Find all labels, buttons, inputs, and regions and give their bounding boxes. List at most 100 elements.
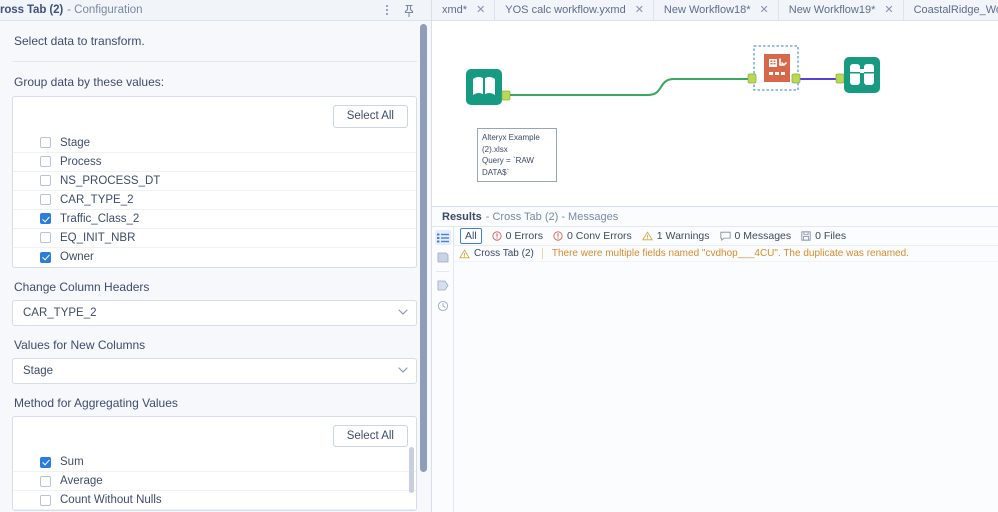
file-save-icon <box>801 231 811 241</box>
group-data-label: Group data by these values: <box>14 75 165 89</box>
aggregation-method-listbox: Select All Sum Average Count Without Nul… <box>12 415 417 512</box>
configuration-panel-body: Select data to transform. Group data by … <box>0 21 431 512</box>
filter-all-button[interactable]: All <box>460 228 482 244</box>
workflow-tab[interactable]: CoastalRidge_Workflow2.yxmd* ✕ <box>904 0 998 20</box>
filter-conv-errors[interactable]: 0 Conv Errors <box>553 230 632 242</box>
tag-icon[interactable] <box>435 278 451 293</box>
kebab-menu-icon[interactable] <box>384 3 390 17</box>
method-label: Count Without Nulls <box>60 494 162 507</box>
workflow-tab[interactable]: New Workflow19* ✕ <box>779 0 904 20</box>
listbox-scrollbar[interactable] <box>409 446 414 493</box>
workflow-tab[interactable]: xmd* ✕ <box>432 0 496 20</box>
group-field-row[interactable]: EQ_INIT_NBR <box>13 229 416 248</box>
filter-files[interactable]: 0 Files <box>801 230 846 242</box>
group-field-label: Stage <box>60 136 91 149</box>
list-icon[interactable] <box>434 230 451 245</box>
filter-files-label: 0 Files <box>815 230 847 242</box>
scrollbar-thumb[interactable] <box>420 24 427 472</box>
workflow-canvas[interactable]: Alteryx Example (2).xlsx Query = `RAW DA… <box>432 21 998 206</box>
checkbox-icon[interactable] <box>40 137 51 149</box>
group-fields-listbox: Select All Stage Process NS_PROCESS_DT C… <box>12 96 417 268</box>
workflow-tab[interactable]: New Workflow18* ✕ <box>654 0 779 20</box>
chevron-down-icon <box>398 366 408 375</box>
divider <box>541 248 543 259</box>
conv-error-icon <box>553 231 563 241</box>
filter-conv-errors-label: 0 Conv Errors <box>567 230 632 242</box>
group-field-row[interactable]: Stage <box>13 134 416 153</box>
workflow-tab-label: New Workflow19* <box>788 4 876 16</box>
table-icon[interactable] <box>435 250 451 265</box>
browse-tool <box>835 57 880 93</box>
checkbox-icon[interactable] <box>40 251 51 263</box>
change-column-headers-value: CAR_TYPE_2 <box>23 306 97 319</box>
method-row[interactable]: Count Without Nulls <box>13 491 416 511</box>
filter-warnings[interactable]: 1 Warnings <box>641 230 710 242</box>
configuration-panel-scrollbar[interactable] <box>420 24 427 506</box>
method-label: Sum <box>60 456 84 469</box>
warning-icon <box>454 248 474 259</box>
pin-icon[interactable] <box>403 4 415 17</box>
close-icon[interactable]: ✕ <box>635 4 644 16</box>
clock-icon[interactable] <box>435 298 451 313</box>
close-icon[interactable]: ✕ <box>884 4 893 16</box>
group-field-label: CAR_TYPE_2 <box>60 193 134 206</box>
group-field-row[interactable]: Traffic_Class_2 <box>13 210 416 229</box>
workflow-tab-label: CoastalRidge_Workflow2.yxmd* <box>913 4 998 16</box>
values-new-columns-value: Stage <box>23 364 54 377</box>
method-row[interactable]: Average <box>13 472 416 492</box>
workflow-tab-label: New Workflow18* <box>663 4 751 16</box>
filter-errors[interactable]: 0 Errors <box>492 230 543 242</box>
results-subtitle-label: - Cross Tab (2) - Messages <box>485 210 619 223</box>
group-field-row[interactable]: Process <box>13 153 416 172</box>
workflow-area: xmd* ✕ YOS calc workflow.yxmd ✕ New Work… <box>432 0 998 512</box>
group-field-row[interactable]: Owner <box>13 248 416 267</box>
checkbox-icon[interactable] <box>40 232 51 244</box>
results-panel: Results - Cross Tab (2) - Messages All 0… <box>432 206 998 512</box>
results-filter-bar: All 0 Errors 0 Conv Errors 1 Warnings 0 … <box>454 227 998 246</box>
close-icon[interactable]: ✕ <box>476 4 485 16</box>
group-field-row[interactable]: NS_PROCESS_DT <box>13 172 416 191</box>
divider <box>436 271 449 272</box>
filter-errors-label: 0 Errors <box>505 230 544 242</box>
message-tool-label: Cross Tab (2) <box>474 248 534 259</box>
cross-tab-tool <box>747 45 801 91</box>
configuration-panel-subtitle: - Configuration <box>67 4 143 16</box>
method-row[interactable]: Sum <box>13 453 416 473</box>
workflow-tab-label: xmd* <box>442 4 468 16</box>
method-select-all-button[interactable]: Select All <box>332 424 408 448</box>
message-row[interactable]: Cross Tab (2) There were multiple fields… <box>454 246 998 262</box>
checkbox-icon[interactable] <box>40 213 51 225</box>
close-icon[interactable]: ✕ <box>760 4 769 16</box>
group-field-label: EQ_INIT_NBR <box>60 231 136 244</box>
checkbox-icon[interactable] <box>40 475 51 487</box>
results-panel-header: Results - Cross Tab (2) - Messages <box>432 207 998 227</box>
chevron-down-icon <box>398 308 408 317</box>
results-title-label: Results <box>442 210 482 223</box>
workflow-tab[interactable]: YOS calc workflow.yxmd ✕ <box>495 0 654 20</box>
filter-messages[interactable]: 0 Messages <box>719 230 791 242</box>
group-field-label: Traffic_Class_2 <box>60 212 140 225</box>
group-field-label: Process <box>60 155 102 168</box>
workflow-tab-label: YOS calc workflow.yxmd <box>505 4 626 16</box>
checkbox-icon[interactable] <box>40 156 51 168</box>
connection-input-to-crosstab <box>504 77 754 97</box>
results-icon-rail <box>432 227 454 512</box>
change-column-headers-label: Change Column Headers <box>14 279 150 294</box>
checkbox-icon[interactable] <box>40 175 51 187</box>
group-select-all-button[interactable]: Select All <box>332 105 408 128</box>
group-field-label: Owner <box>60 251 94 264</box>
group-field-row[interactable]: CAR_TYPE_2 <box>13 191 416 210</box>
method-label: Average <box>60 475 103 488</box>
workflow-tab-bar: xmd* ✕ YOS calc workflow.yxmd ✕ New Work… <box>432 0 998 21</box>
checkbox-icon[interactable] <box>40 194 51 206</box>
change-column-headers-dropdown[interactable]: CAR_TYPE_2 <box>12 299 417 326</box>
message-icon <box>719 231 731 241</box>
values-new-columns-dropdown[interactable]: Stage <box>12 357 417 384</box>
instruction-text: Select data to transform. <box>12 21 417 62</box>
alteryx-designer-window: ross Tab (2) - Configuration Select data… <box>0 0 998 512</box>
aggregation-method-label: Method for Aggregating Values <box>14 395 178 410</box>
group-field-label: NS_PROCESS_DT <box>60 174 161 187</box>
checkbox-icon[interactable] <box>40 456 51 468</box>
configuration-panel: ross Tab (2) - Configuration Select data… <box>0 0 432 512</box>
checkbox-icon[interactable] <box>40 494 51 506</box>
